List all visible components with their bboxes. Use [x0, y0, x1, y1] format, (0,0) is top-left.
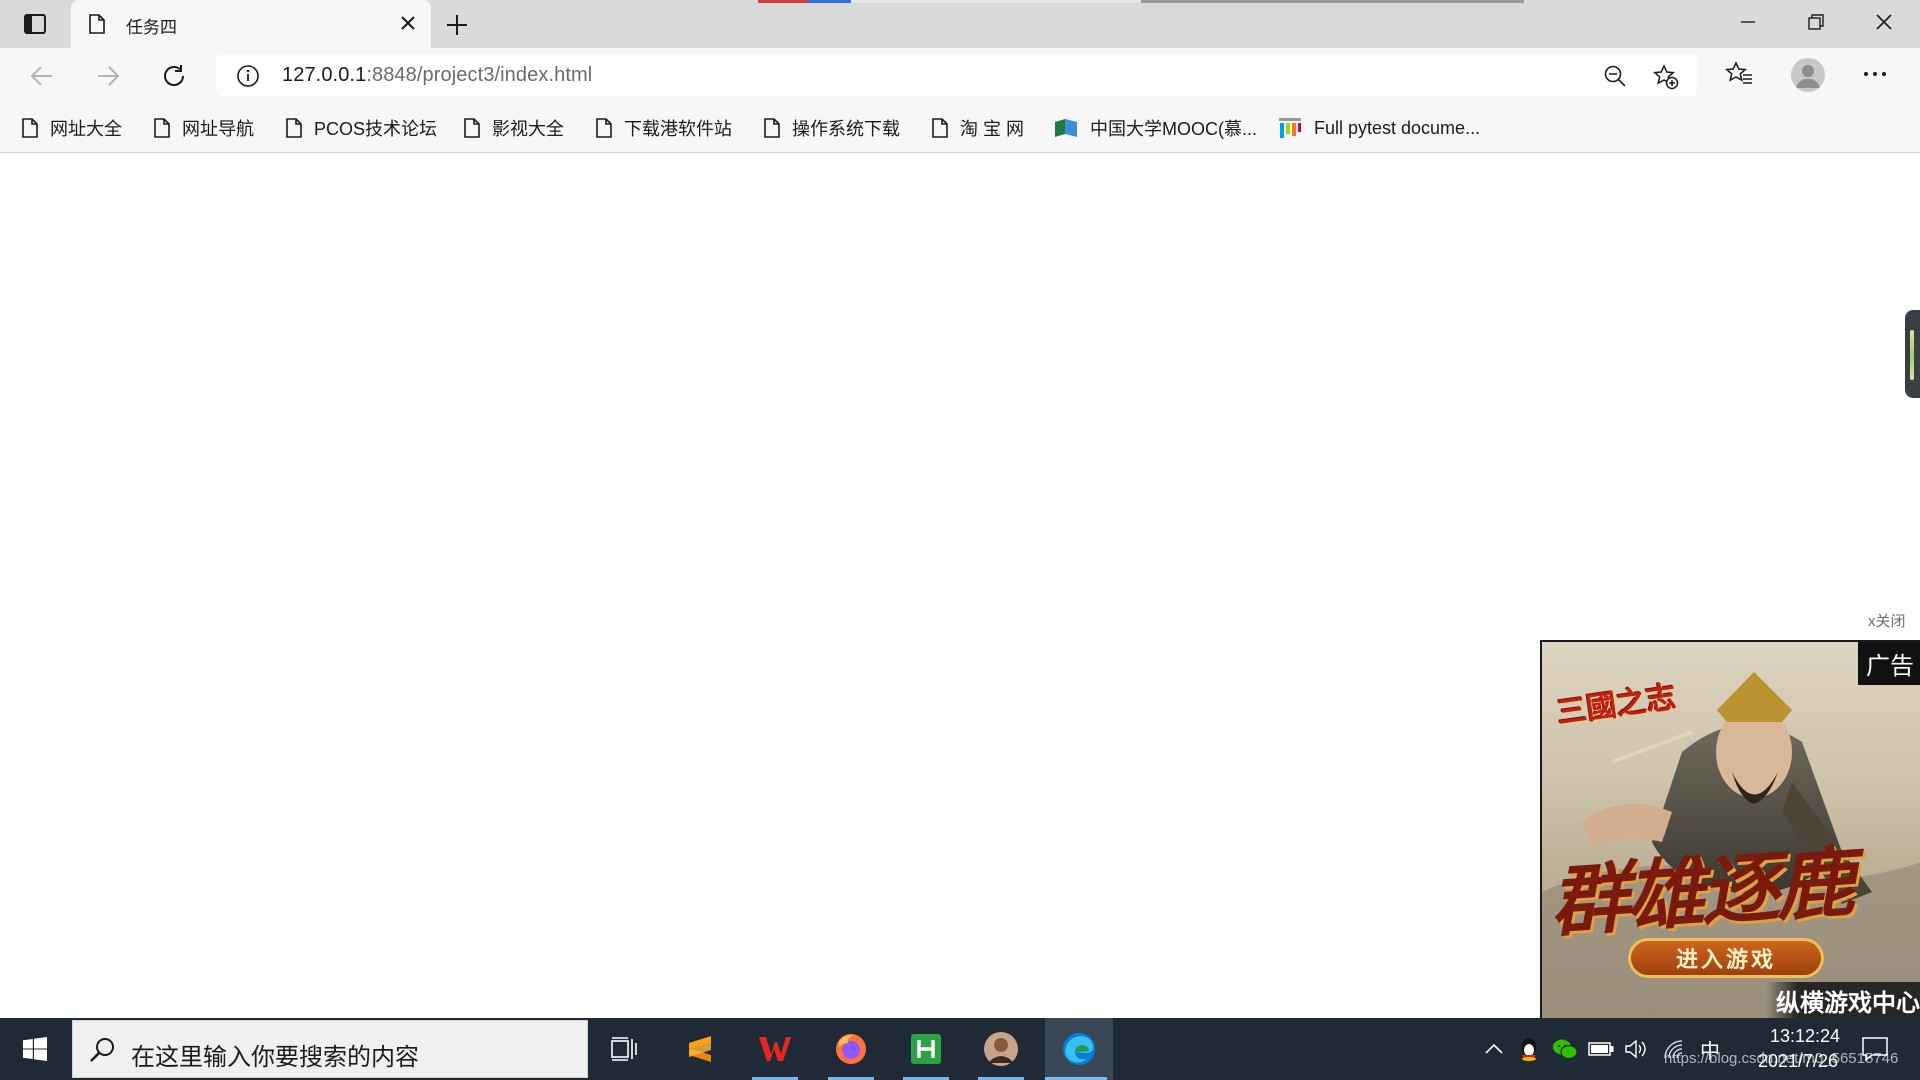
bookmark-item[interactable]: 中国大学MOOC(慕... [1054, 114, 1257, 142]
sidebar-handle-glow [1910, 330, 1914, 380]
background-window-strip [758, 0, 1141, 3]
bookmark-label: 影视大全 [492, 119, 564, 139]
ad-enter-game-button[interactable]: 进入游戏 [1628, 938, 1824, 978]
forward-arrow-icon[interactable] [92, 60, 124, 92]
bookmark-label: 网址大全 [50, 119, 122, 139]
windows-start-icon[interactable] [0, 1018, 70, 1080]
back-arrow-icon[interactable] [26, 60, 58, 92]
firefox-icon[interactable] [820, 1018, 882, 1080]
taskbar: 在这里输入你要搜索的内容 中 13:12:24 2021/7/26 https:… [0, 1018, 1920, 1080]
new-tab-icon[interactable] [442, 11, 472, 39]
page-icon [154, 118, 170, 138]
clock-time[interactable]: 13:12:24 [1745, 1026, 1865, 1047]
qq-tray-icon[interactable] [1515, 1018, 1543, 1080]
bookmark-item[interactable]: 下载港软件站 [596, 114, 732, 142]
bookmark-label: Full pytest docume... [1314, 117, 1481, 138]
bookmark-item[interactable]: PCOS技术论坛 [286, 114, 437, 142]
more-menu-icon[interactable] [1862, 61, 1888, 87]
notification-center-icon[interactable] [1850, 1018, 1900, 1080]
bookmark-item[interactable]: 影视大全 [464, 114, 564, 142]
tab-strip: 任务四 [0, 0, 1920, 48]
show-hidden-icons-chevron-icon[interactable] [1480, 1018, 1508, 1080]
profile-avatar-icon[interactable] [1791, 58, 1825, 92]
ad-banner[interactable]: 广告 三國之志 群雄逐鹿 进入游戏 纵横游戏中心 [1540, 640, 1920, 1018]
hbuilder-icon[interactable] [895, 1018, 957, 1080]
close-tab-icon[interactable] [399, 14, 417, 32]
url-host: 127.0.0.1 [282, 64, 367, 86]
ad-slogan: 群雄逐鹿 [1548, 836, 1866, 949]
bookmark-label: 淘 宝 网 [960, 119, 1025, 139]
active-tab[interactable]: 任务四 [71, 0, 431, 48]
page-icon [932, 118, 948, 138]
close-window-icon[interactable] [1850, 0, 1918, 44]
bookmark-label: 中国大学MOOC(慕... [1090, 119, 1257, 139]
bookmark-item[interactable]: 淘 宝 网 [932, 114, 1024, 142]
url-text: 127.0.0.1:8848/project3/index.html [282, 64, 592, 87]
minimize-icon[interactable] [1714, 0, 1782, 44]
bookmark-item[interactable]: Full pytest docume... [1278, 114, 1480, 142]
ad-close-button[interactable]: x关闭 [1868, 610, 1906, 631]
tab-actions-icon[interactable] [16, 10, 54, 38]
url-path: :8848/project3/index.html [366, 64, 593, 86]
user-photo-app-icon[interactable] [970, 1018, 1032, 1080]
page-icon [89, 14, 105, 34]
address-bar[interactable]: 127.0.0.1:8848/project3/index.html [216, 54, 1697, 96]
taskbar-search-input[interactable]: 在这里输入你要搜索的内容 [72, 1020, 588, 1078]
site-info-icon[interactable] [236, 64, 260, 88]
search-icon [89, 1036, 117, 1064]
restore-icon[interactable] [1782, 0, 1850, 44]
task-view-icon[interactable] [593, 1018, 655, 1080]
tab-title: 任务四 [126, 18, 177, 37]
sidebar-handle[interactable] [1905, 310, 1920, 398]
bookmark-label: 操作系统下载 [792, 119, 900, 139]
refresh-icon[interactable] [158, 60, 190, 92]
bookmark-item[interactable]: 网址大全 [22, 114, 122, 142]
mooc-icon [1054, 118, 1078, 138]
battery-icon[interactable] [1586, 1018, 1616, 1080]
wps-office-icon[interactable] [744, 1018, 806, 1080]
search-placeholder: 在这里输入你要搜索的内容 [131, 1044, 419, 1071]
bookmark-item[interactable]: 网址导航 [154, 114, 254, 142]
background-window-strip-2 [1141, 0, 1524, 3]
microsoft-edge-icon[interactable] [1045, 1018, 1113, 1080]
bookmark-item[interactable]: 操作系统下载 [764, 114, 900, 142]
page-icon [464, 118, 480, 138]
bookmark-label: 下载港软件站 [624, 119, 732, 139]
sublime-text-icon[interactable] [669, 1018, 731, 1080]
page-icon [286, 118, 302, 138]
page-icon [22, 118, 38, 138]
browser-toolbar: 127.0.0.1:8848/project3/index.html [0, 48, 1920, 104]
favorites-icon[interactable] [1725, 61, 1753, 87]
add-favorite-icon[interactable] [1653, 64, 1679, 90]
ad-footer-text: 纵横游戏中心 [1766, 982, 1920, 1018]
page-icon [764, 118, 780, 138]
bookmarks-bar: 网址大全 网址导航 PCOS技术论坛 影视大全 下载港软件站 操作系统下载 淘 … [0, 104, 1920, 153]
bookmark-label: 网址导航 [182, 119, 254, 139]
pytest-icon [1278, 117, 1302, 139]
volume-icon[interactable] [1621, 1018, 1651, 1080]
bookmark-label: PCOS技术论坛 [314, 119, 438, 139]
ad-badge: 广告 [1858, 642, 1920, 685]
network-wifi-icon[interactable] [1658, 1018, 1690, 1080]
zoom-out-icon[interactable] [1603, 64, 1627, 88]
page-icon [596, 118, 612, 138]
wechat-tray-icon[interactable] [1550, 1018, 1580, 1080]
